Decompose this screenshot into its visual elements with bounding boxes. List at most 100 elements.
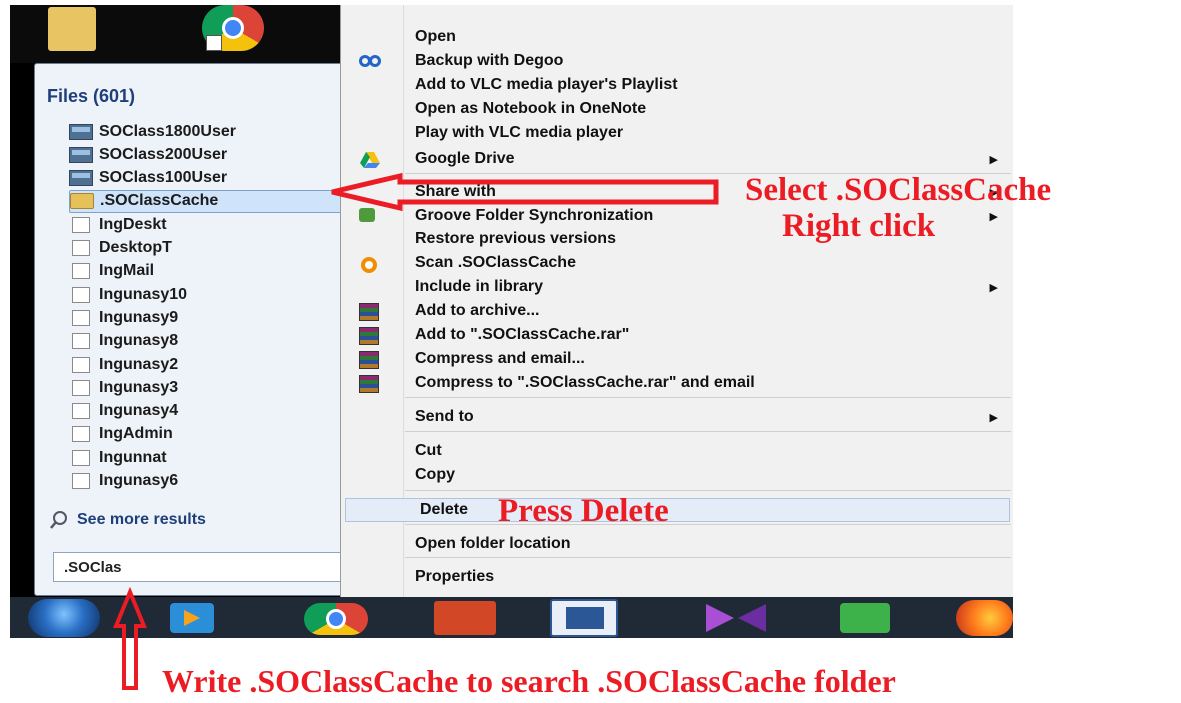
chrome-taskbar-icon[interactable] [304,603,368,635]
file-result-label: SOClass100User [99,169,228,187]
menu-item-play-with-vlc-media-player[interactable]: Play with VLC media player [341,121,1013,145]
file-result-label: SOClass200User [99,145,228,163]
menu-item-delete[interactable]: Delete [345,498,1010,522]
file-result-item[interactable]: SOClass100User [69,167,349,190]
firefox-taskbar-icon[interactable] [956,600,1013,636]
winrar-icon [359,303,379,321]
file-result-item[interactable]: IngDeskt [69,213,349,236]
file-result-label: Ingunasy3 [99,378,179,396]
groove-icon [359,208,375,222]
file-result-item[interactable]: .SOClassCache [69,189,349,213]
menu-item-google-drive[interactable]: Google Drive ▶ [341,147,1013,171]
file-result-item[interactable]: Ingunasy6 [69,470,349,493]
file-icon [72,240,90,256]
file-icon [72,286,90,303]
file-result-label: IngDeskt [99,215,167,233]
menu-item-label: Play with VLC media player [415,124,624,141]
menu-item-cut[interactable]: Cut [341,439,1013,463]
menu-item-compress-to-soclasscache-rar-and-email[interactable]: Compress to ".SOClassCache.rar" and emai… [341,371,1013,395]
annotation-select: Select .SOClassCache [745,172,1052,208]
menu-item-open[interactable]: Open [341,25,1013,49]
menu-item-include-in-library[interactable]: Include in library ▶ [341,275,1013,299]
start-search-input[interactable]: .SOClas [53,552,349,582]
audio-converter-taskbar-icon[interactable] [840,603,890,633]
menu-item-label: Open folder location [415,535,571,552]
menu-item-properties[interactable]: Properties [341,565,1013,589]
avast-icon [359,255,379,273]
see-more-results-label: See more results [77,511,206,528]
menu-separator [405,431,1011,432]
file-icon [72,449,90,466]
file-icon [72,263,90,280]
file-result-label: Ingunasy8 [99,332,179,350]
submenu-arrow-icon: ▶ [989,153,998,166]
menu-item-backup-with-degoo[interactable]: Backup with Degoo [341,49,1013,73]
menu-item-scan-soclasscache[interactable]: Scan .SOClassCache [341,251,1013,275]
file-icon [72,356,90,373]
file-result-item[interactable]: Ingunasy10 [69,283,349,306]
word-taskbar-icon[interactable] [550,599,618,637]
start-menu-results-panel: Files (601) SOClass1800User SOClass200Use… [34,63,364,596]
menu-item-label: Scan .SOClassCache [415,254,576,271]
menu-item-label: Google Drive [415,150,515,167]
file-result-item[interactable]: Ingunasy8 [69,330,349,353]
files-results-header: Files (601) [47,86,136,106]
see-more-results-link[interactable]: See more results [49,510,206,530]
menu-separator [405,397,1011,398]
visual-studio-taskbar-icon[interactable] [704,602,768,634]
menu-item-label: Backup with Degoo [415,52,564,69]
menu-item-open-folder-location[interactable]: Open folder location [341,532,1013,556]
menu-item-label: Properties [415,568,495,585]
menu-item-copy[interactable]: Copy [341,463,1013,487]
menu-item-compress-and-email[interactable]: Compress and email... [341,347,1013,371]
menu-item-label: Include in library [415,278,544,295]
menu-item-label: Add to VLC media player's Playlist [415,76,678,93]
file-result-item[interactable]: Ingunnat [69,446,349,469]
menu-item-label: Send to [415,408,474,425]
folder-desktop-icon[interactable] [48,7,96,51]
application-icon [69,123,93,140]
menu-item-add-to-soclasscache-rar[interactable]: Add to ".SOClassCache.rar" [341,323,1013,347]
menu-item-open-as-notebook-in-onenote[interactable]: Open as Notebook in OneNote [341,97,1013,121]
file-result-item[interactable]: Ingunasy4 [69,400,349,423]
file-result-item[interactable]: SOClass200User [69,143,349,166]
file-result-item[interactable]: Ingunasy2 [69,353,349,376]
context-menu: Open Backup with Degoo Add to VLC media pl… [340,5,1013,597]
menu-separator [405,524,1011,525]
winrar-icon [359,351,379,369]
menu-item-add-to-vlc-media-player-s-playlist[interactable]: Add to VLC media player's Playlist [341,73,1013,97]
menu-item-label: Groove Folder Synchronization [415,207,654,224]
file-icon [72,333,90,350]
annotation-right-click: Right click [782,208,936,244]
degoo-icon [359,53,381,69]
file-result-label: SOClass1800User [99,122,236,140]
file-result-label: Ingunasy2 [99,355,179,373]
file-result-item[interactable]: IngAdmin [69,423,349,446]
file-result-label: IngMail [99,262,155,280]
folder-icon [70,193,94,210]
file-result-item[interactable]: SOClass1800User [69,120,349,143]
start-orb-icon[interactable] [28,599,100,637]
submenu-arrow-icon: ▶ [989,281,998,294]
file-result-label: Ingunnat [99,448,167,466]
menu-item-send-to[interactable]: Send to ▶ [341,405,1013,429]
submenu-arrow-icon: ▶ [989,210,998,223]
shortcut-arrow-icon [206,35,222,51]
menu-item-add-to-archive[interactable]: Add to archive... [341,299,1013,323]
menu-item-label: Compress and email... [415,350,585,367]
powerpoint-taskbar-icon[interactable] [434,601,496,635]
file-result-label: .SOClassCache [100,192,219,210]
file-result-item[interactable]: Ingunasy9 [69,306,349,329]
menu-item-label: Restore previous versions [415,230,616,247]
file-icon [72,379,90,396]
taskbar [10,597,1013,638]
file-result-item[interactable]: IngMail [69,260,349,283]
media-player-taskbar-icon[interactable] [170,603,214,633]
file-result-item[interactable]: DesktopT [69,237,349,260]
file-result-label: Ingunasy4 [99,402,179,420]
file-result-item[interactable]: Ingunasy3 [69,376,349,399]
menu-item-label: Compress to ".SOClassCache.rar" and emai… [415,374,755,391]
file-icon [72,403,90,420]
menu-item-label: Add to ".SOClassCache.rar" [415,326,630,343]
menu-separator [405,490,1011,491]
